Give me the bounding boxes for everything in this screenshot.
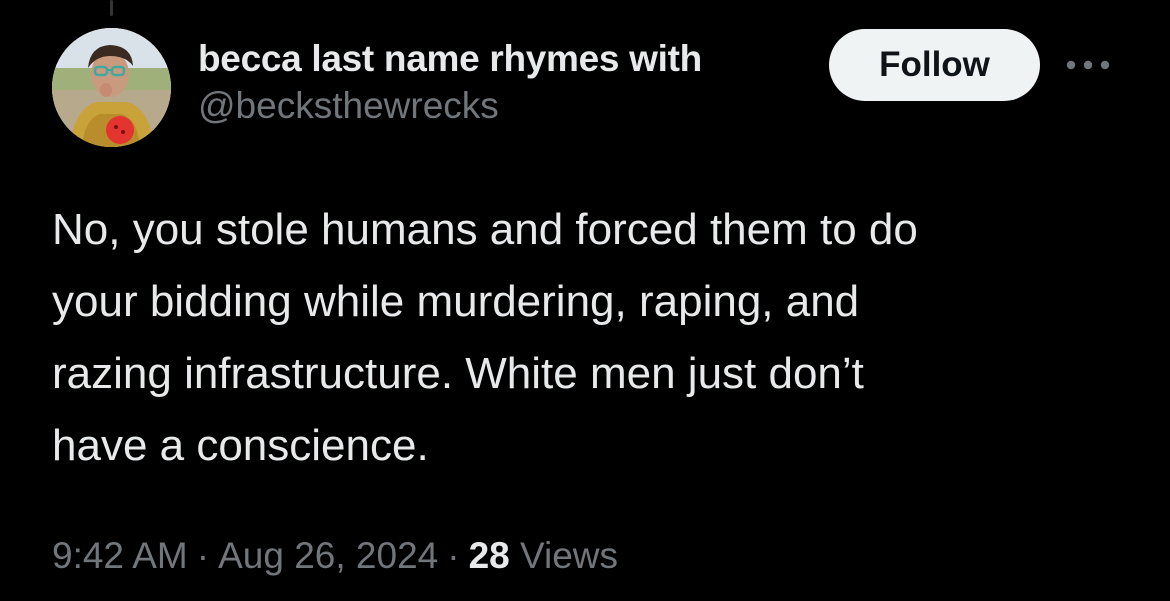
tweet-text: No, you stole humans and forced them to …: [52, 205, 918, 470]
avatar[interactable]: [52, 28, 171, 147]
meta-separator: ·: [196, 535, 210, 576]
tweet-time[interactable]: 9:42 AM: [52, 535, 188, 576]
tweet-date[interactable]: Aug 26, 2024: [218, 535, 438, 576]
author-handle[interactable]: @becksthewrecks: [198, 84, 810, 128]
views-count: 28: [468, 535, 510, 576]
views-label: Views: [520, 535, 619, 576]
more-options-button[interactable]: [1062, 50, 1114, 80]
author-display-name[interactable]: becca last name rhymes with: [198, 34, 810, 84]
avatar-photo: [52, 28, 171, 147]
thread-connector-line: [110, 0, 113, 16]
more-horizontal-icon: [1066, 60, 1110, 70]
tweet-header: becca last name rhymes with @becksthewre…: [52, 28, 1132, 152]
author-identity: becca last name rhymes with @becksthewre…: [198, 34, 810, 128]
meta-separator: ·: [447, 535, 460, 576]
tweet-metadata: 9:42 AM · Aug 26, 2024 · 28 Views: [52, 528, 618, 584]
follow-button[interactable]: Follow: [829, 29, 1040, 101]
